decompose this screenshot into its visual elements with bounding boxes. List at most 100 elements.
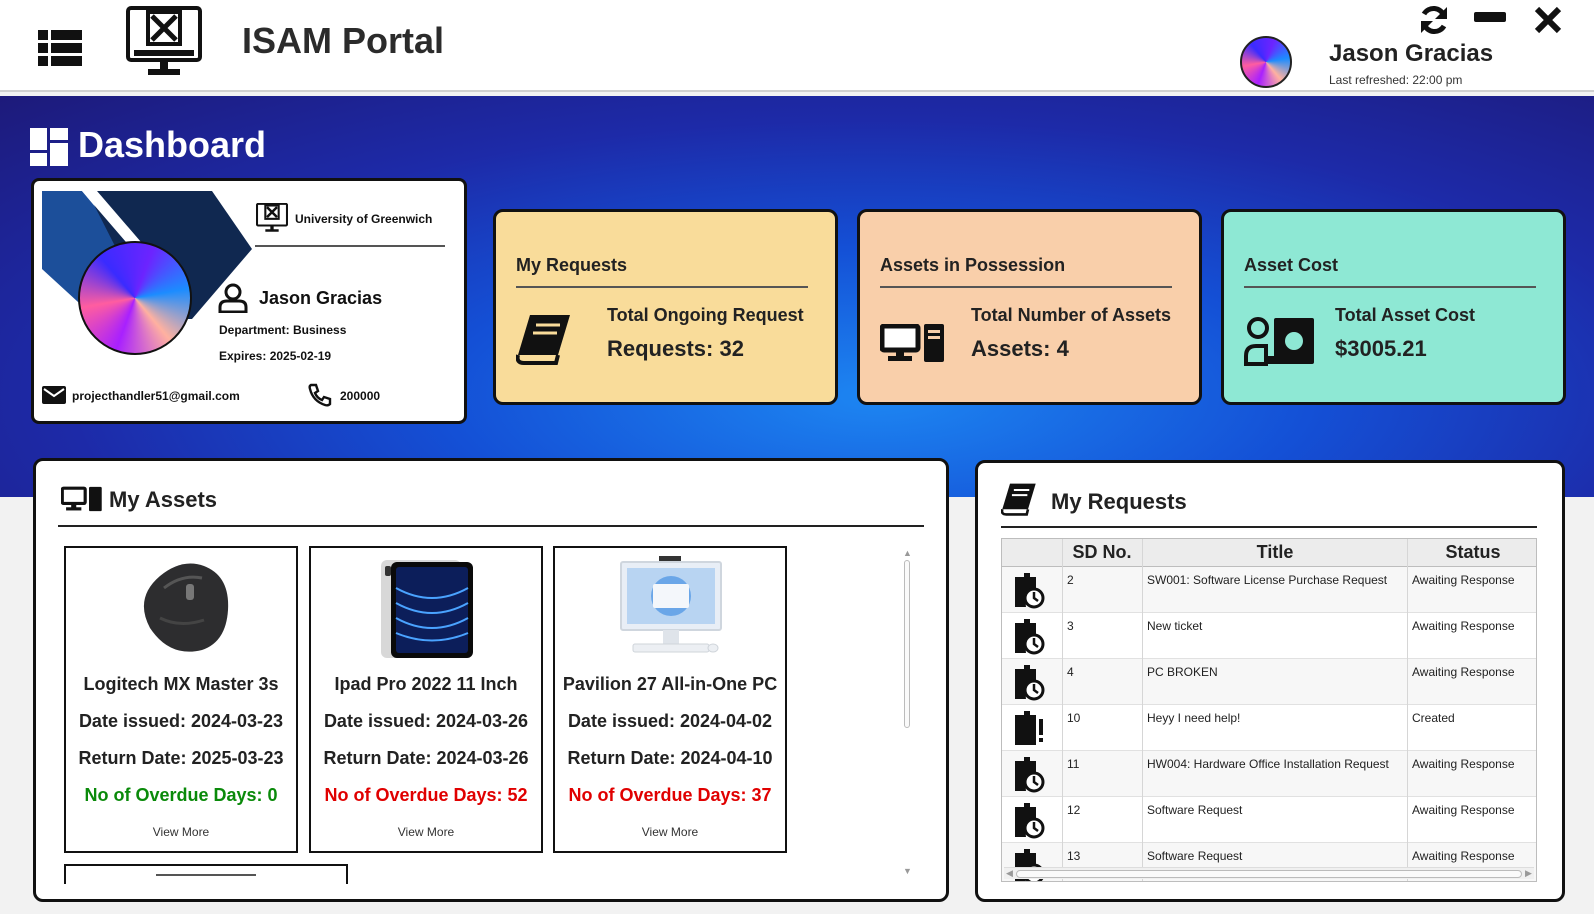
assets-scrollbar[interactable]: ▲ ▼ — [903, 548, 912, 878]
stat-divider — [880, 286, 1172, 288]
row-status: Awaiting Response — [1412, 573, 1515, 587]
asset-overdue-days: No of Overdue Days: 37 — [568, 785, 772, 805]
asset-return-date: Return Date: 2024-03-26 — [323, 748, 529, 768]
book-clock-icon — [1012, 571, 1046, 612]
row-status: Awaiting Response — [1412, 849, 1515, 863]
table-row[interactable]: 12 Software Request Awaiting Response — [1002, 797, 1536, 843]
row-title: HW004: Hardware Office Installation Requ… — [1147, 757, 1389, 771]
stat-value: Requests: 32 — [607, 336, 744, 361]
row-title: Software Request — [1147, 849, 1243, 863]
asset-card[interactable]: Ipad Pro 2022 11 Inch Date issued: 2024-… — [309, 546, 543, 853]
table-horizontal-scrollbar[interactable]: ◀ ▶ — [1004, 867, 1534, 879]
row-title: New ticket — [1147, 619, 1203, 633]
table-row[interactable]: 11 HW004: Hardware Office Installation Re… — [1002, 751, 1536, 797]
desktop-image — [619, 556, 723, 660]
scroll-right-arrow-icon[interactable]: ▶ — [1525, 868, 1532, 879]
asset-return-date: Return Date: 2025-03-23 — [78, 748, 284, 768]
table-row[interactable]: 10 Heyy I need help! Created — [1002, 705, 1536, 751]
asset-date-issued: Date issued: 2024-03-23 — [78, 711, 284, 731]
scroll-left-arrow-icon[interactable]: ◀ — [1006, 868, 1013, 879]
user-name: Jason Gracias — [1329, 40, 1494, 67]
asset-card-divider — [156, 874, 256, 876]
row-sd-number: 2 — [1067, 573, 1074, 587]
requests-table[interactable]: SD No. Title Status 2 SW001: Software Lic… — [1001, 538, 1537, 882]
assets-scroll-thumb[interactable] — [904, 560, 910, 728]
refresh-icon[interactable] — [1418, 4, 1450, 36]
stat-heading: Asset Cost — [1244, 255, 1339, 275]
stat-card-requests[interactable]: My Requests Total Ongoing Request Reques… — [493, 209, 838, 405]
stat-label: Total Ongoing Request — [607, 305, 804, 325]
view-more-link[interactable]: View More — [555, 825, 785, 839]
asset-date-issued: Date issued: 2024-03-26 — [323, 711, 529, 731]
my-requests-title: My Requests — [1051, 489, 1187, 514]
university-logo-icon — [255, 202, 289, 233]
phone-icon — [308, 383, 332, 407]
row-title: Software Request — [1147, 803, 1243, 817]
menu-icon[interactable] — [38, 30, 82, 66]
book-clock-icon — [1012, 755, 1046, 796]
book-icon — [1000, 482, 1037, 516]
profile-phone: 200000 — [340, 389, 381, 403]
table-scroll-thumb[interactable] — [1016, 870, 1522, 878]
row-sd-number: 3 — [1067, 619, 1074, 633]
email-icon — [42, 386, 66, 404]
row-status: Awaiting Response — [1412, 665, 1515, 679]
user-avatar[interactable] — [1240, 36, 1292, 88]
view-more-link[interactable]: View More — [311, 825, 541, 839]
row-status: Created — [1412, 711, 1455, 725]
table-row[interactable]: 4 PC BROKEN Awaiting Response — [1002, 659, 1536, 705]
computer-icon — [60, 486, 103, 512]
asset-card[interactable]: Pavilion 27 All-in-One PC Date issued: 2… — [553, 546, 787, 853]
profile-divider — [255, 245, 445, 247]
profile-email: projecthandler51@gmail.com — [72, 389, 240, 403]
row-sd-number: 12 — [1067, 803, 1081, 817]
stat-heading: My Requests — [516, 255, 628, 275]
top-bar: ISAM Portal Jason Gracias Last refreshed… — [0, 0, 1594, 92]
scroll-up-arrow-icon[interactable]: ▲ — [903, 548, 912, 558]
asset-name: Pavilion 27 All-in-One PC — [562, 674, 778, 694]
row-sd-number: 13 — [1067, 849, 1081, 863]
column-divider — [1142, 539, 1143, 881]
assets-divider — [58, 525, 924, 527]
stat-card-cost[interactable]: Asset Cost Total Asset Cost $3005.21 — [1221, 209, 1566, 405]
book-alert-icon — [1012, 709, 1046, 750]
row-sd-number: 10 — [1067, 711, 1081, 725]
computer-icon — [879, 323, 946, 362]
column-header-status[interactable]: Status — [1408, 542, 1536, 563]
column-divider — [1062, 539, 1063, 881]
asset-overdue-days: No of Overdue Days: 52 — [324, 785, 528, 805]
column-header-title[interactable]: Title — [1143, 542, 1407, 563]
stat-card-assets[interactable]: Assets in Possession Total Number of Ass… — [857, 209, 1202, 405]
scroll-down-arrow-icon[interactable]: ▼ — [903, 866, 912, 876]
person-icon — [218, 283, 248, 314]
last-refreshed-label: Last refreshed: 22:00 pm — [1329, 73, 1463, 87]
book-clock-icon — [1012, 663, 1046, 704]
asset-date-issued: Date issued: 2024-04-02 — [567, 711, 773, 731]
book-clock-icon — [1012, 617, 1046, 658]
asset-name: Logitech MX Master 3s — [83, 674, 279, 694]
tablet-image — [379, 558, 475, 660]
row-title: Heyy I need help! — [1147, 711, 1241, 725]
table-row[interactable]: 2 SW001: Software License Purchase Reques… — [1002, 567, 1536, 613]
profile-photo — [78, 241, 192, 355]
table-header: SD No. Title Status — [1002, 539, 1536, 567]
university-name: University of Greenwich — [295, 212, 433, 226]
asset-card[interactable]: Logitech MX Master 3s Date issued: 2024-… — [64, 546, 298, 853]
column-header-sd[interactable]: SD No. — [1062, 542, 1142, 563]
close-icon[interactable] — [1534, 6, 1562, 34]
table-row[interactable]: 3 New ticket Awaiting Response — [1002, 613, 1536, 659]
view-more-link[interactable]: View More — [66, 825, 296, 839]
row-title: SW001: Software License Purchase Request — [1147, 573, 1388, 587]
stat-divider — [1244, 286, 1536, 288]
column-divider — [1407, 539, 1408, 881]
dashboard-icon — [30, 128, 68, 166]
book-clock-icon — [1012, 801, 1046, 842]
stat-divider — [516, 286, 808, 288]
asset-return-date: Return Date: 2024-04-10 — [567, 748, 773, 768]
stat-value: Assets: 4 — [971, 336, 1069, 361]
stat-label: Total Asset Cost — [1335, 305, 1476, 325]
profile-card: University of Greenwich Jason Gracias De… — [31, 178, 467, 424]
minimize-icon[interactable] — [1474, 12, 1506, 22]
book-icon — [515, 313, 572, 365]
mouse-image — [130, 558, 234, 658]
